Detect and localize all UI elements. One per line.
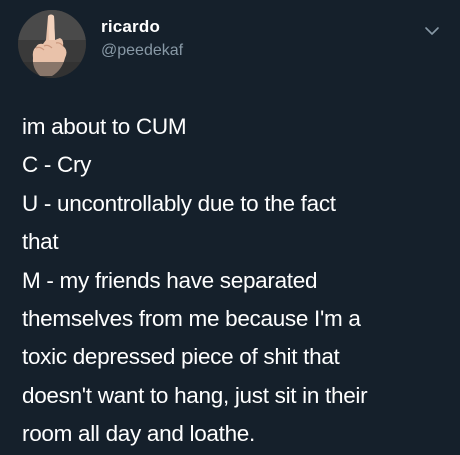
tweet-author: ricardo @peedekaf (101, 17, 183, 62)
tweet-text-line: that (22, 229, 59, 255)
chevron-down-icon[interactable] (424, 24, 440, 36)
tweet-text-line: toxic depressed piece of shit that (22, 344, 340, 370)
tweet-text-line: im about to CUM (22, 114, 187, 139)
tweet-card: ricardo @peedekaf im about to CUM C - Cr… (0, 0, 460, 455)
tweet-text-line: doesn't want to hang, just sit in their (22, 382, 368, 408)
avatar[interactable] (18, 10, 86, 78)
tweet-text-line: U - uncontrollably due to the fact (22, 190, 336, 216)
avatar-photo (18, 10, 86, 78)
tweet-text-line: M - my friends have separated (22, 267, 318, 293)
display-name[interactable]: ricardo (101, 17, 183, 37)
tweet-text-line: C - Cry (22, 152, 92, 178)
tweet-text-line: themselves from me because I'm a (22, 306, 361, 332)
tweet-text: im about to CUM C - Cry U - uncontrollab… (22, 108, 452, 454)
tweet-text-line: room all day and loathe. (22, 421, 255, 447)
user-handle[interactable]: @peedekaf (101, 40, 183, 62)
